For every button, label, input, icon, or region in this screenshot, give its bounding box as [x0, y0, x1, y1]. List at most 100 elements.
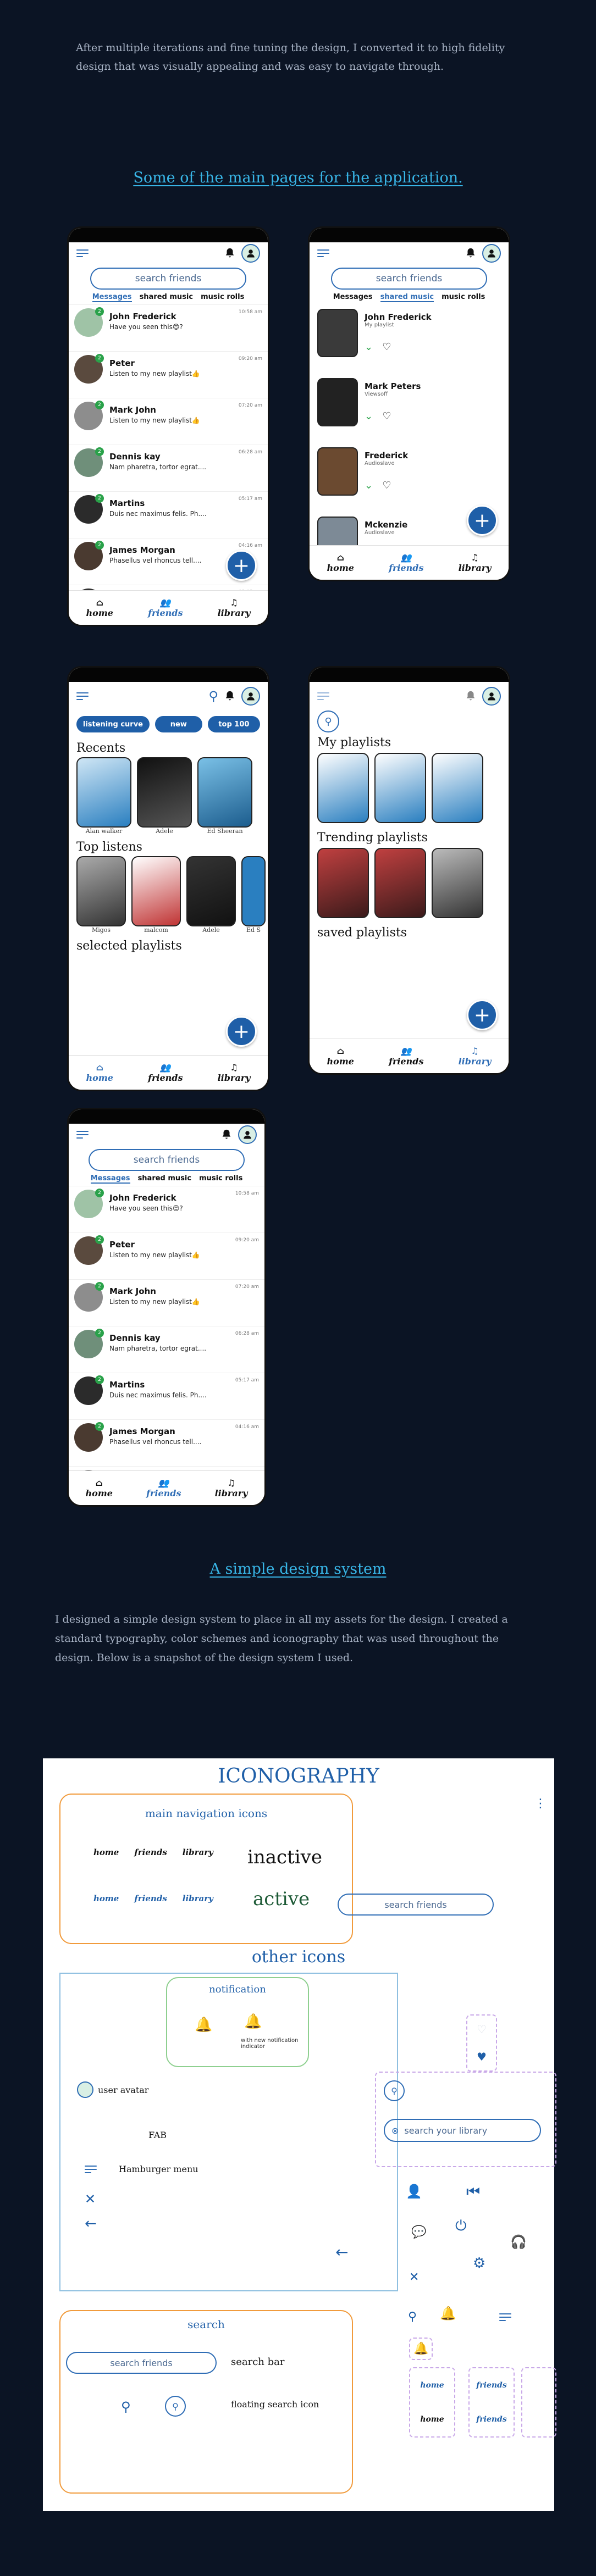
- close-icon[interactable]: ✕: [409, 2270, 419, 2284]
- album-cover[interactable]: [76, 856, 126, 926]
- nav-friends[interactable]: 👥 friends: [389, 552, 423, 573]
- search-icon[interactable]: ⚲: [208, 689, 218, 704]
- search-icon[interactable]: ⚲: [121, 2399, 131, 2414]
- playlist-cover[interactable]: [432, 848, 483, 918]
- hamburger-icon[interactable]: [317, 249, 329, 257]
- playlist-cover[interactable]: [317, 848, 369, 918]
- album-cover[interactable]: [131, 856, 181, 926]
- chevron-icon[interactable]: ⌄: [365, 341, 373, 353]
- album-cover[interactable]: [186, 856, 236, 926]
- floating-search-icon[interactable]: ⚲: [317, 710, 339, 732]
- nav-library[interactable]: ♫ library: [218, 1062, 251, 1083]
- chat-row[interactable]: 2 Mark John Listen to my new playlist👍 07:2…: [69, 398, 268, 445]
- bell-icon[interactable]: [224, 247, 236, 259]
- bell-icon[interactable]: [465, 690, 477, 702]
- avatar[interactable]: 2: [74, 1282, 104, 1312]
- chat-row[interactable]: 2 Dennis kay Nam pharetra, tortor egrat...…: [69, 445, 268, 491]
- playlist-cover[interactable]: [374, 753, 426, 823]
- headphones-icon[interactable]: 🎧: [510, 2234, 527, 2250]
- nav-library[interactable]: ♫ library: [459, 1046, 492, 1067]
- playlist-cover[interactable]: [374, 848, 426, 918]
- tab-messages[interactable]: Messages: [333, 293, 373, 302]
- bell-notification-icon[interactable]: 🔔: [244, 2013, 262, 2030]
- nav-home[interactable]: ⌂ home: [327, 1046, 354, 1067]
- nav-library[interactable]: ♫ library: [218, 597, 251, 618]
- album-cover[interactable]: [241, 856, 266, 926]
- shared-item[interactable]: Frederick Audioslave ⌄ ♡: [310, 443, 509, 512]
- bell-icon[interactable]: 🔔: [413, 2342, 428, 2356]
- hamburger-icon[interactable]: [76, 249, 89, 257]
- nav-home[interactable]: ⌂ home: [86, 597, 113, 618]
- shared-item[interactable]: Mark Peters Viewsoff ⌄ ♡: [310, 374, 509, 443]
- search-input[interactable]: search friends: [89, 1149, 245, 1171]
- settings-icon[interactable]: ⚙: [473, 2255, 485, 2272]
- chat-row[interactable]: 2 Martins Duis nec maximus felis. Ph.... 05…: [69, 491, 268, 538]
- heart-outline-icon[interactable]: ♡: [382, 341, 391, 353]
- avatar[interactable]: 2: [74, 1189, 104, 1218]
- nav-library[interactable]: ♫ library: [215, 1478, 248, 1498]
- chevron-icon[interactable]: ⌄: [365, 410, 373, 422]
- tab-messages[interactable]: Messages: [90, 1174, 130, 1184]
- nav-friends[interactable]: 👥 friends: [148, 1062, 183, 1083]
- chat-row[interactable]: 2 James Morgan Phasellus vel rhoncus tell.…: [69, 1419, 264, 1466]
- bell-icon[interactable]: [465, 247, 477, 259]
- avatar[interactable]: [238, 1125, 257, 1144]
- pill-listening-curve[interactable]: listening curve: [76, 716, 150, 732]
- avatar[interactable]: 2: [74, 401, 104, 430]
- skip-back-icon[interactable]: ⏮: [466, 2183, 480, 2201]
- nav-home[interactable]: ⌂ home: [327, 552, 354, 573]
- hamburger-icon[interactable]: [499, 2313, 511, 2321]
- floating-search-icon[interactable]: ⚲: [384, 2080, 405, 2101]
- playlist-cover[interactable]: [317, 753, 369, 823]
- pill-top-100[interactable]: top 100: [207, 716, 261, 732]
- avatar[interactable]: 2: [74, 1235, 104, 1265]
- heart-filled-icon[interactable]: ♥: [477, 2050, 487, 2063]
- avatar[interactable]: 2: [74, 1375, 104, 1405]
- shared-item[interactable]: John Frederick My playlist ⌄ ♡: [310, 304, 509, 374]
- avatar[interactable]: 2: [74, 541, 104, 570]
- avatar[interactable]: 2: [74, 447, 104, 477]
- heart-outline-icon[interactable]: ♡: [477, 2023, 487, 2036]
- avatar[interactable]: 2: [74, 1329, 104, 1358]
- floating-search-icon[interactable]: ⚲: [165, 2396, 186, 2417]
- pill-new[interactable]: new: [154, 716, 202, 732]
- search-input[interactable]: search friends: [331, 268, 487, 290]
- chat-row[interactable]: 2 Peter Listen to my new playlist👍 09:20 am: [69, 351, 268, 398]
- avatar[interactable]: [482, 244, 501, 263]
- chat-icon[interactable]: 💬: [411, 2225, 426, 2239]
- close-icon[interactable]: ⊗: [391, 2125, 399, 2136]
- tab-music-rolls[interactable]: music rolls: [199, 1174, 242, 1184]
- chat-row[interactable]: 2 Dennis kay Nam pharetra, tortor egrat...…: [69, 1326, 264, 1373]
- avatar[interactable]: 2: [74, 307, 104, 337]
- playlist-cover[interactable]: [432, 753, 483, 823]
- search-icon[interactable]: ⚲: [408, 2310, 417, 2324]
- fab-add-button[interactable]: +: [226, 1016, 257, 1047]
- chat-row[interactable]: 2 Martins Duis nec maximus felis. Ph.... 05…: [69, 1373, 264, 1419]
- search-input[interactable]: search friends: [90, 268, 246, 290]
- nav-home[interactable]: ⌂ home: [86, 1478, 113, 1498]
- album-cover[interactable]: [317, 309, 358, 357]
- heart-outline-icon[interactable]: ♡: [382, 480, 391, 491]
- avatar[interactable]: [241, 687, 260, 706]
- search-input[interactable]: search friends: [66, 2352, 217, 2374]
- fab-add-button[interactable]: +: [467, 1000, 498, 1030]
- heart-outline-icon[interactable]: ♡: [382, 410, 391, 422]
- tab-shared-music[interactable]: shared music: [140, 293, 194, 302]
- fab-add-button[interactable]: +: [467, 505, 498, 536]
- nav-library[interactable]: ♫ library: [459, 552, 492, 573]
- hamburger-icon[interactable]: [317, 692, 329, 700]
- tab-music-rolls[interactable]: music rolls: [442, 293, 485, 302]
- avatar[interactable]: [482, 687, 501, 706]
- tab-shared-music[interactable]: shared music: [138, 1174, 192, 1184]
- fab-add-button[interactable]: +: [226, 550, 257, 581]
- tab-music-rolls[interactable]: music rolls: [201, 293, 244, 302]
- kebab-menu-icon[interactable]: ⋮: [534, 1797, 547, 1811]
- chat-row[interactable]: 2 Peter Listen to my new playlist👍 09:20 am: [69, 1233, 264, 1279]
- nav-friends[interactable]: 👥 friends: [389, 1046, 423, 1067]
- album-cover[interactable]: [317, 447, 358, 496]
- nav-friends[interactable]: 👥 friends: [146, 1478, 181, 1498]
- avatar[interactable]: [241, 244, 260, 263]
- nav-friends[interactable]: 👥 friends: [148, 597, 183, 618]
- avatar[interactable]: 2: [74, 354, 104, 384]
- album-cover[interactable]: [197, 757, 252, 828]
